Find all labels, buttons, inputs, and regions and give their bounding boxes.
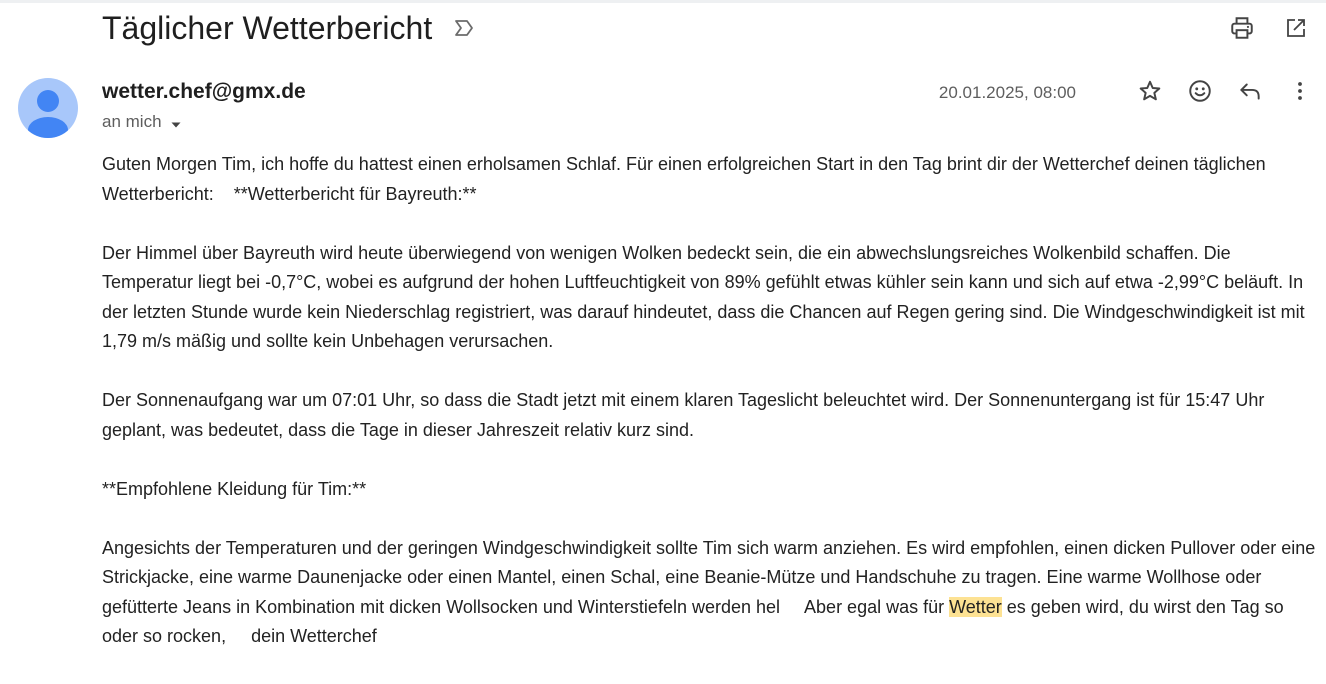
print-button[interactable]	[1224, 12, 1260, 48]
more-options-button[interactable]	[1282, 75, 1318, 111]
subject-row: Täglicher Wetterbericht	[102, 8, 476, 48]
add-reaction-button[interactable]	[1182, 75, 1218, 111]
reply-icon	[1237, 78, 1263, 109]
open-in-new-window-icon	[1284, 16, 1308, 45]
star-button[interactable]	[1132, 75, 1168, 111]
body-paragraph-weather: Der Himmel über Bayreuth wird heute über…	[102, 242, 1305, 352]
message-actions	[1132, 75, 1318, 111]
thread-actions	[1224, 12, 1314, 48]
caret-down-icon	[170, 116, 182, 128]
person-avatar-icon	[28, 90, 68, 138]
email-subject: Täglicher Wetterbericht	[102, 9, 433, 46]
email-date: 20.01.2025, 08:00	[938, 83, 1076, 102]
recipient-details-toggle[interactable]: an mich	[102, 112, 182, 132]
emoji-reaction-icon	[1187, 78, 1213, 109]
open-in-new-window-button[interactable]	[1278, 12, 1314, 48]
body-text-greeting: Guten Morgen Tim, ich hoffe du hattest e…	[102, 154, 1271, 204]
recipient-label: an mich	[102, 112, 162, 131]
body-paragraph-greeting: Guten Morgen Tim, ich hoffe du hattest e…	[102, 150, 1318, 209]
sender-email[interactable]: wetter.chef@gmx.de	[102, 80, 306, 104]
search-highlight: Wetter	[949, 596, 1002, 617]
print-icon	[1229, 15, 1255, 46]
email-body: Guten Morgen Tim, ich hoffe du hattest e…	[102, 150, 1318, 681]
body-paragraph-clothing-heading: **Empfohlene Kleidung für Tim:**	[102, 478, 367, 499]
top-divider	[0, 0, 1326, 3]
star-icon	[1137, 78, 1163, 109]
more-vert-icon	[1288, 79, 1312, 108]
label-important-icon[interactable]	[452, 16, 476, 40]
body-paragraph-clothing: Angesichts der Temperaturen und der geri…	[102, 534, 1318, 652]
sender-avatar[interactable]	[18, 78, 78, 138]
reply-button[interactable]	[1232, 75, 1268, 111]
body-paragraph-sun: Der Sonnenaufgang war um 07:01 Uhr, so d…	[102, 390, 1265, 440]
